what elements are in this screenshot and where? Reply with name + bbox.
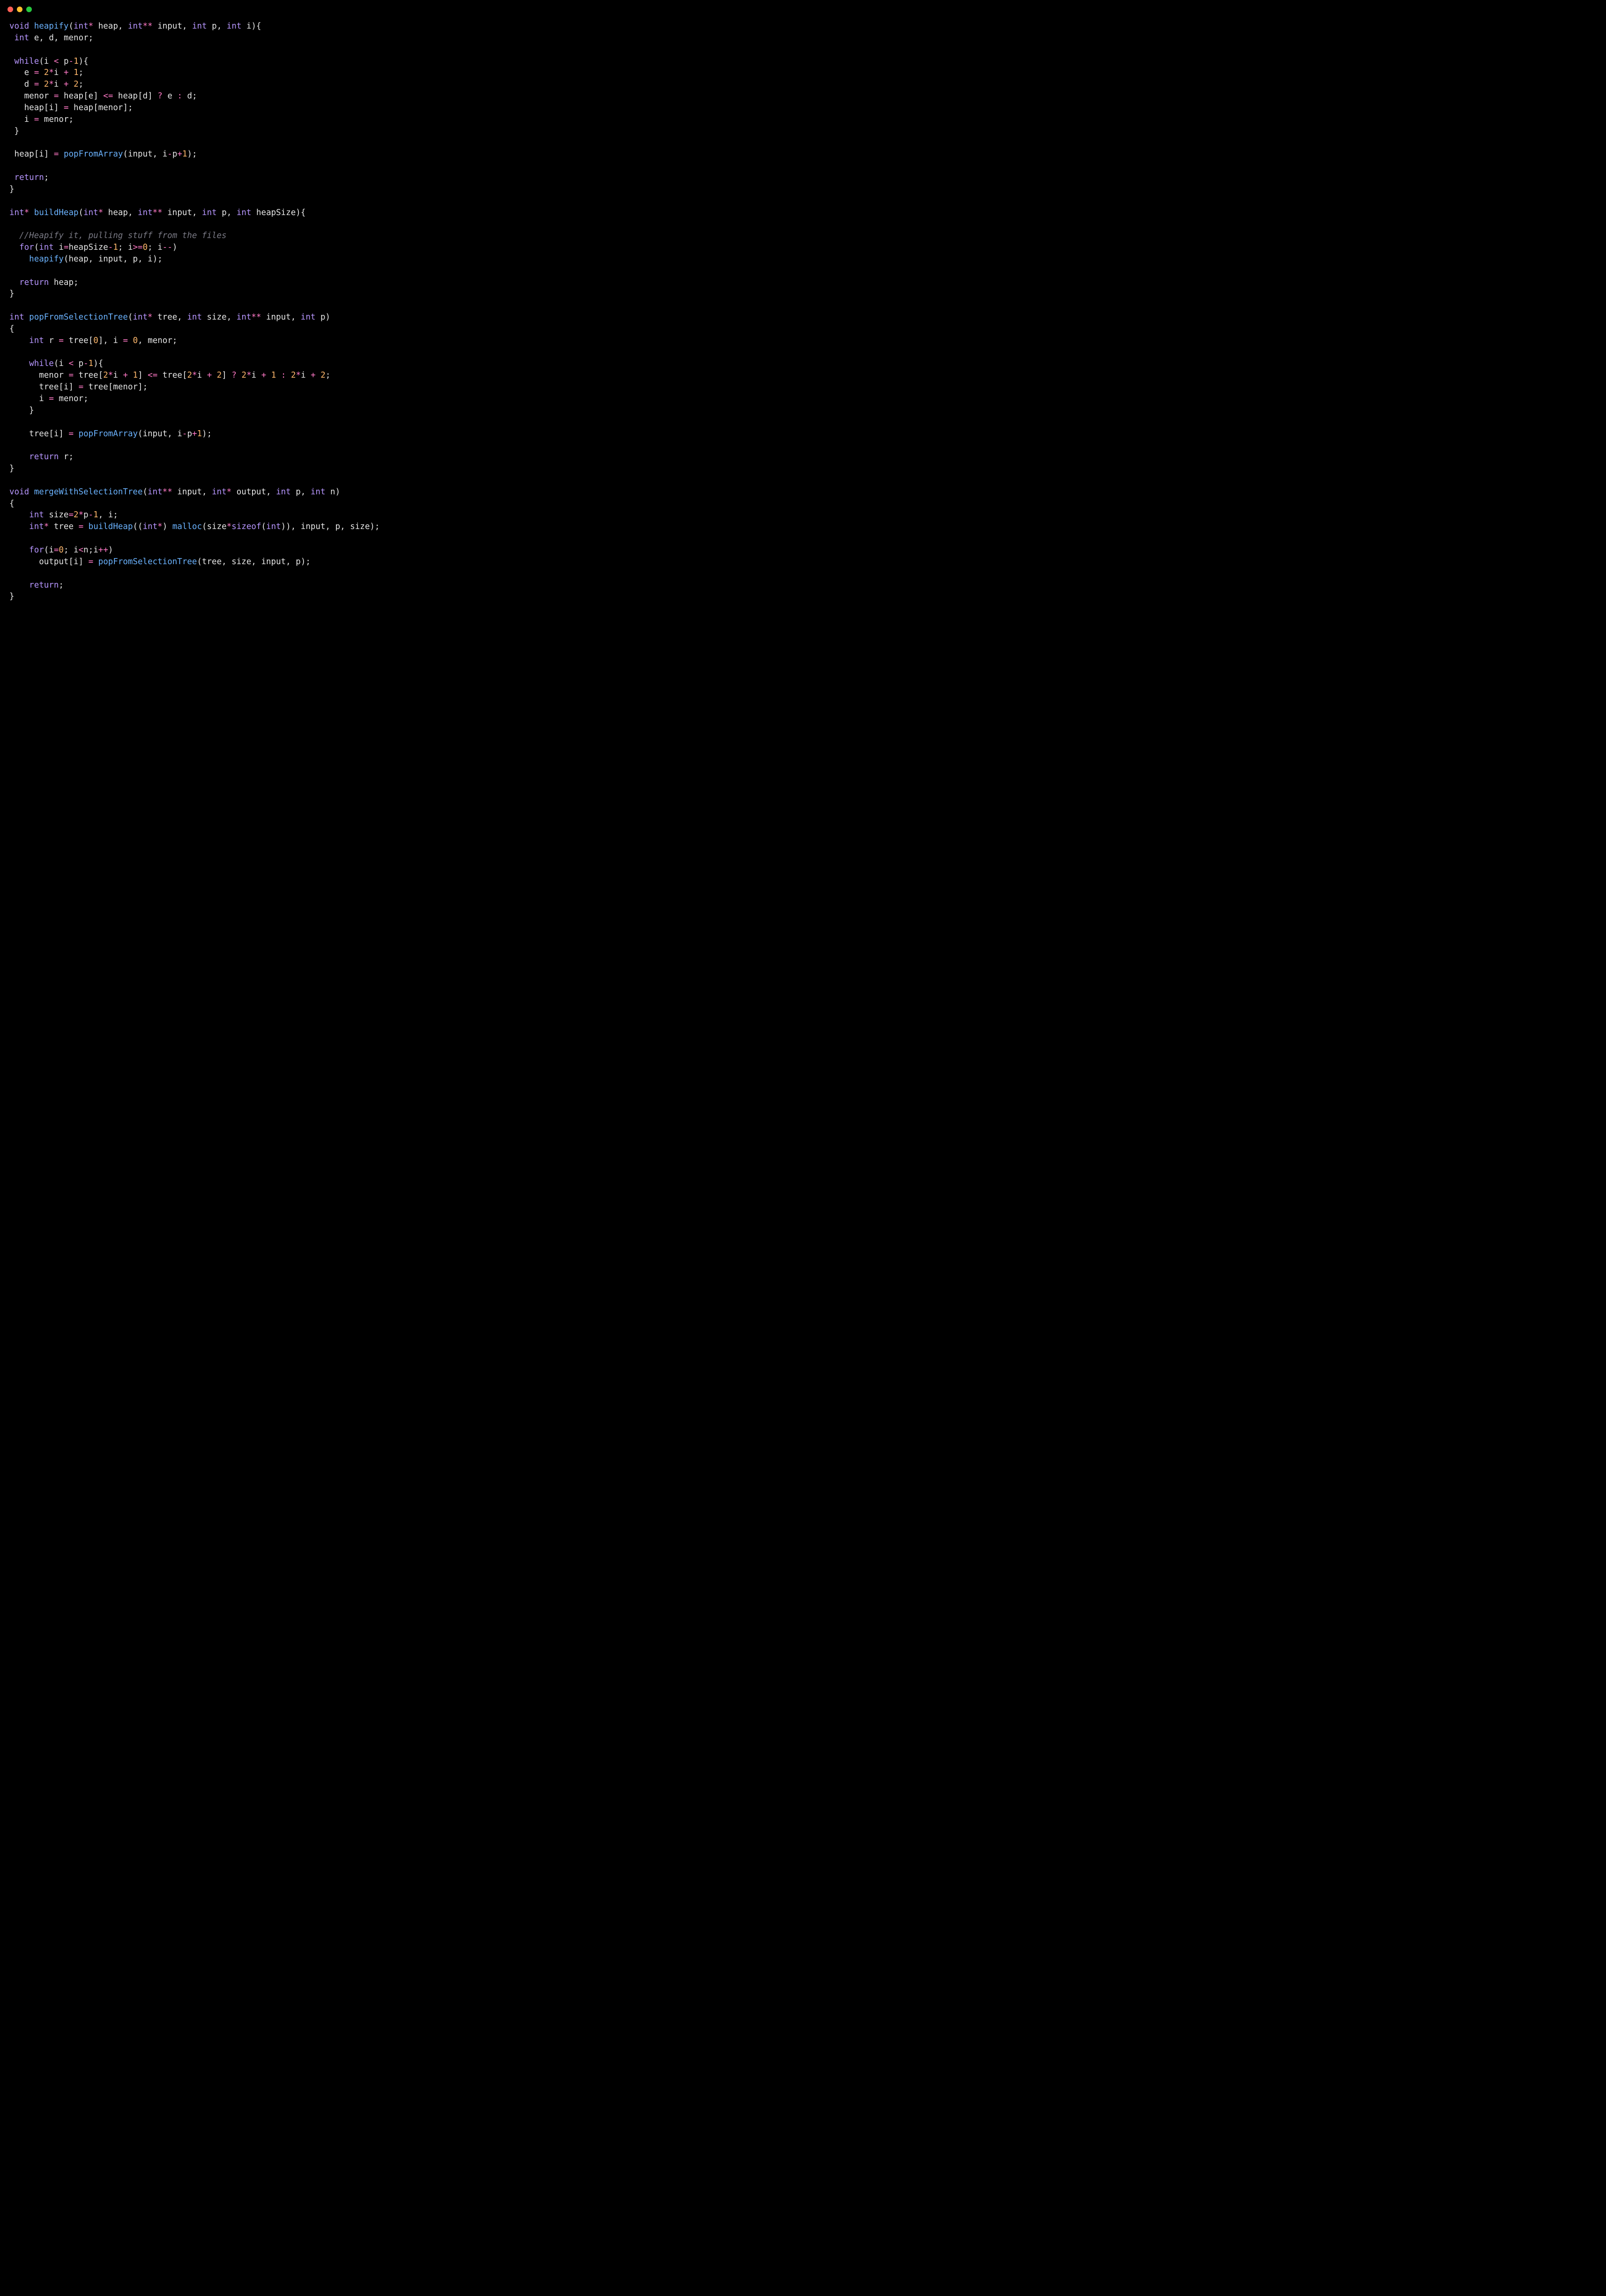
code-window: void heapify(int* heap, int** input, int…	[0, 0, 444, 617]
code-content: void heapify(int* heap, int** input, int…	[0, 17, 444, 617]
titlebar	[0, 0, 444, 17]
close-icon[interactable]	[7, 7, 13, 12]
minimize-icon[interactable]	[17, 7, 22, 12]
maximize-icon[interactable]	[26, 7, 32, 12]
